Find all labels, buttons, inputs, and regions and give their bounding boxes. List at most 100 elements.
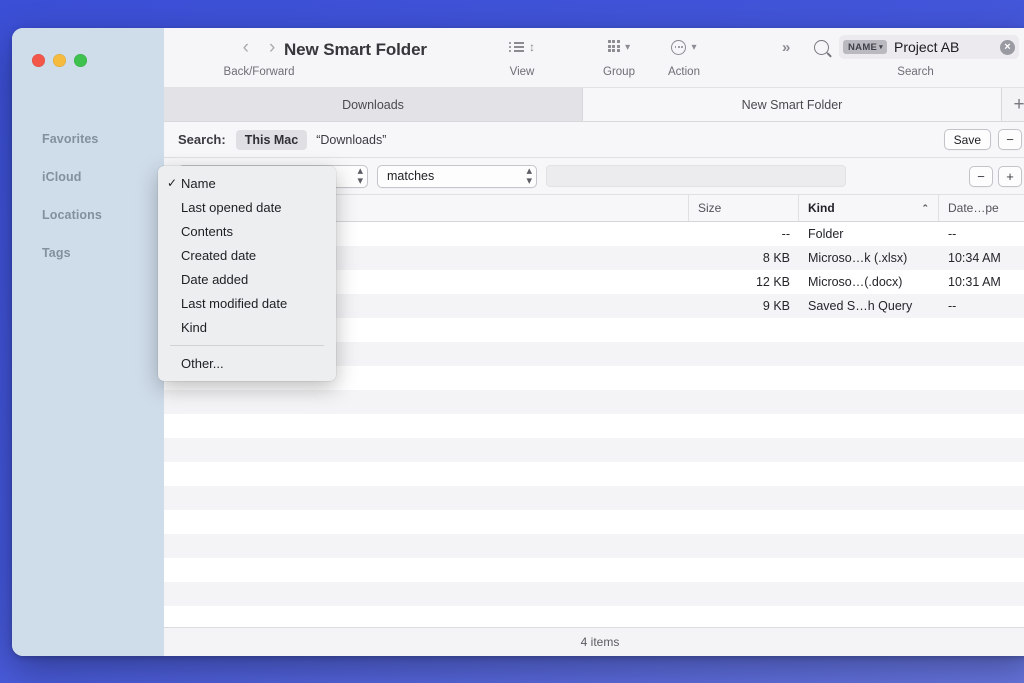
- sort-ascending-icon: ⌃: [921, 203, 929, 214]
- forward-icon[interactable]: ›: [269, 38, 275, 57]
- cell-date: --: [939, 299, 1024, 313]
- window-traffic-lights: [32, 54, 87, 67]
- search-token-label: NAME: [848, 42, 877, 53]
- item-count-label: 4 items: [581, 635, 620, 649]
- scope-downloads[interactable]: “Downloads”: [307, 130, 395, 150]
- toolbar-overflow-icon[interactable]: »: [782, 39, 788, 56]
- search-input[interactable]: NAME ▾ Project AB ×: [839, 35, 1019, 59]
- back-icon[interactable]: ‹: [243, 38, 249, 57]
- save-button[interactable]: Save: [944, 129, 991, 150]
- menu-item-kind[interactable]: Kind: [158, 315, 336, 339]
- window-title: New Smart Folder: [284, 28, 427, 72]
- menu-item-last-modified-date[interactable]: Last modified date: [158, 291, 336, 315]
- chevron-down-icon: ▾: [625, 42, 630, 53]
- sidebar-section-favorites[interactable]: Favorites: [42, 120, 162, 158]
- menu-item-date-added[interactable]: Date added: [158, 267, 336, 291]
- chevron-updown-icon: ▴▾: [514, 166, 532, 186]
- chevron-down-icon: ▾: [879, 43, 883, 51]
- menu-item-last-opened-date[interactable]: Last opened date: [158, 195, 336, 219]
- menu-item-label: Contents: [181, 224, 233, 239]
- search-scope-bar: Search: This Mac “Downloads” Save −: [164, 122, 1024, 158]
- column-header-kind[interactable]: Kind ⌃: [799, 195, 939, 221]
- view-label: View: [510, 66, 535, 78]
- remove-criteria-button[interactable]: −: [969, 166, 993, 187]
- search-label: Search: [812, 66, 1019, 78]
- minimize-button[interactable]: [53, 54, 66, 67]
- column-header-date[interactable]: Date…pe: [939, 195, 1024, 221]
- chevron-updown-icon: ↕: [529, 41, 535, 53]
- toolbar: ‹ › Back/Forward New Smart Folder ↕ View…: [164, 28, 1024, 88]
- scope-this-mac[interactable]: This Mac: [236, 130, 308, 150]
- criteria-value-input[interactable]: [546, 165, 846, 187]
- column-header-size[interactable]: Size: [689, 195, 799, 221]
- cell-kind: Microso…k (.xlsx): [799, 251, 939, 265]
- menu-item-name[interactable]: ✓ Name: [158, 171, 336, 195]
- search-token-name[interactable]: NAME ▾: [843, 40, 887, 54]
- clear-search-icon[interactable]: ×: [1000, 40, 1015, 55]
- search-query-text: Project AB: [894, 39, 959, 55]
- menu-item-label: Name: [181, 176, 216, 191]
- sidebar: Favorites iCloud Locations Tags: [12, 28, 164, 656]
- sidebar-section-tags[interactable]: Tags: [42, 234, 162, 272]
- table-row-empty: [164, 390, 1024, 414]
- sidebar-sections: Favorites iCloud Locations Tags: [42, 120, 162, 272]
- search-scope-label: Search:: [178, 132, 226, 147]
- new-tab-button[interactable]: +: [1002, 88, 1024, 121]
- action-label: Action: [668, 66, 700, 78]
- menu-item-contents[interactable]: Contents: [158, 219, 336, 243]
- view-button[interactable]: ↕ View: [492, 28, 552, 88]
- sidebar-section-icloud[interactable]: iCloud: [42, 158, 162, 196]
- cell-date: 10:34 AM: [939, 251, 1024, 265]
- search-control: NAME ▾ Project AB × Search: [812, 28, 1019, 88]
- close-button[interactable]: [32, 54, 45, 67]
- chevron-updown-icon: ▴▾: [345, 166, 363, 186]
- criteria-operator-popup[interactable]: matches ▴▾: [377, 165, 537, 188]
- menu-item-other[interactable]: Other...: [158, 351, 336, 375]
- menu-separator: [170, 345, 324, 346]
- group-label: Group: [603, 66, 635, 78]
- column-header-kind-label: Kind: [808, 201, 835, 215]
- list-view-icon: ↕: [509, 28, 535, 66]
- action-ellipsis-circle-icon: ▾: [671, 28, 696, 66]
- menu-item-label: Other...: [181, 356, 224, 371]
- group-button[interactable]: ▾ Group: [589, 28, 649, 88]
- tab-downloads[interactable]: Downloads: [164, 88, 583, 121]
- criteria-operator-value: matches: [387, 169, 434, 183]
- menu-item-label: Created date: [181, 248, 256, 263]
- sidebar-section-locations[interactable]: Locations: [42, 196, 162, 234]
- menu-item-created-date[interactable]: Created date: [158, 243, 336, 267]
- cell-size: 8 KB: [689, 251, 799, 265]
- action-button[interactable]: ▾ Action: [654, 28, 714, 88]
- group-icon: ▾: [608, 28, 630, 66]
- cell-date: 10:31 AM: [939, 275, 1024, 289]
- status-bar: 4 items: [164, 627, 1024, 656]
- table-row-empty: [164, 510, 1024, 534]
- cell-size: 12 KB: [689, 275, 799, 289]
- checkmark-icon: ✓: [167, 176, 181, 190]
- table-row-empty: [164, 558, 1024, 582]
- zoom-button[interactable]: [74, 54, 87, 67]
- cell-date: --: [939, 227, 1024, 241]
- cell-kind: Microso…(.docx): [799, 275, 939, 289]
- add-criteria-button[interactable]: +: [998, 166, 1022, 187]
- table-row-empty: [164, 534, 1024, 558]
- close-search-button[interactable]: −: [998, 129, 1022, 150]
- menu-item-label: Date added: [181, 272, 248, 287]
- table-row-empty: [164, 438, 1024, 462]
- menu-item-label: Last modified date: [181, 296, 287, 311]
- menu-item-label: Kind: [181, 320, 207, 335]
- menu-item-label: Last opened date: [181, 200, 281, 215]
- cell-size: --: [689, 227, 799, 241]
- table-row-empty: [164, 462, 1024, 486]
- table-row-empty: [164, 606, 1024, 627]
- search-attribute-menu[interactable]: ✓ Name Last opened date Contents Created…: [158, 166, 336, 381]
- table-row-empty: [164, 414, 1024, 438]
- table-row-empty: [164, 582, 1024, 606]
- cell-kind: Folder: [799, 227, 939, 241]
- tab-bar: Downloads New Smart Folder +: [164, 88, 1024, 122]
- table-row-empty: [164, 486, 1024, 510]
- chevron-down-icon: ▾: [691, 42, 696, 53]
- search-icon[interactable]: [814, 40, 829, 55]
- tab-new-smart-folder[interactable]: New Smart Folder: [583, 88, 1002, 121]
- cell-size: 9 KB: [689, 299, 799, 313]
